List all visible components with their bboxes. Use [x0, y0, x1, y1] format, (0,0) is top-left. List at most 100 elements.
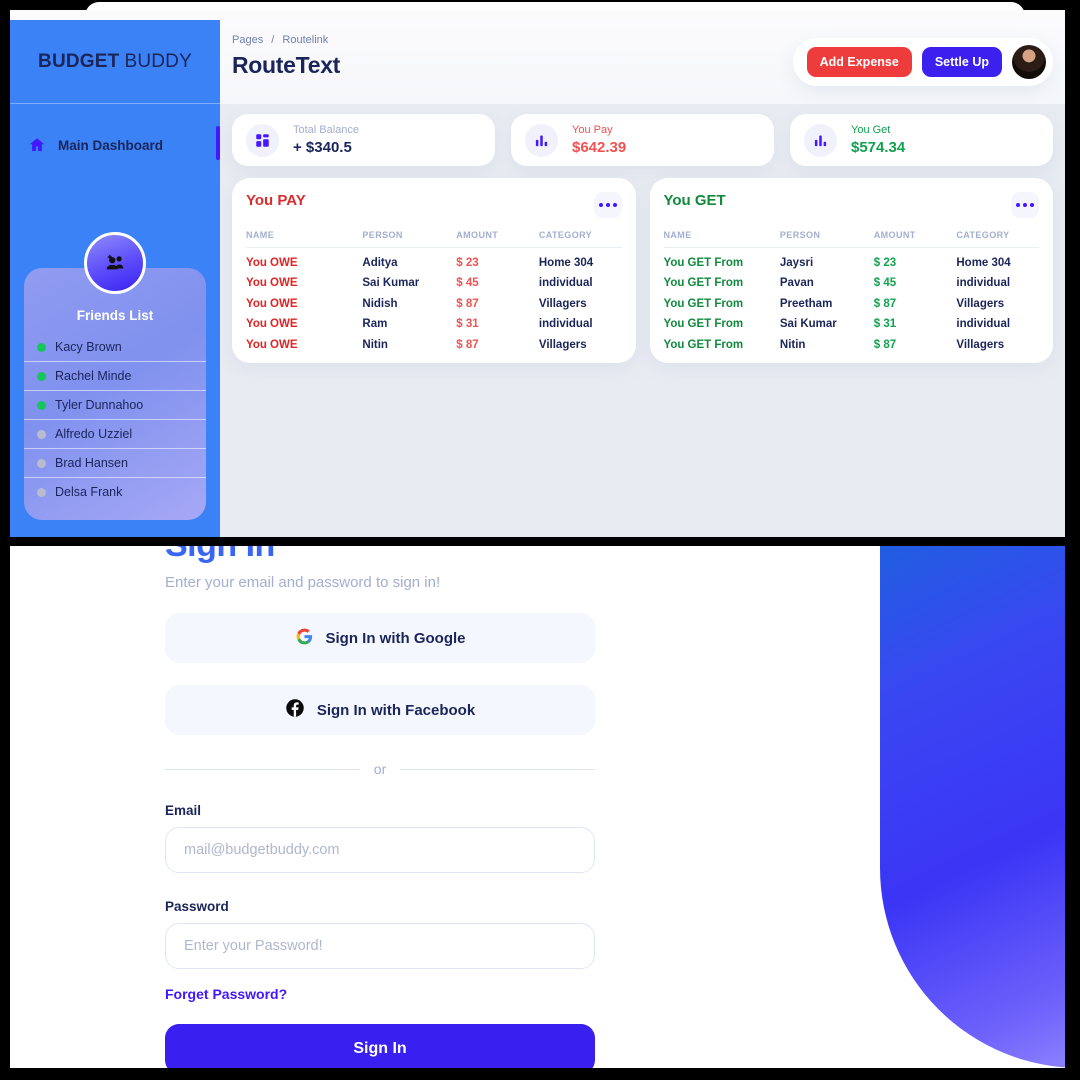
- forget-password-link[interactable]: Forget Password?: [165, 986, 287, 1002]
- you-pay-rows: You OWE Aditya $ 23 Home 304 You OWE Sai Kuma…: [246, 248, 622, 351]
- row-person: Preetham: [779, 297, 833, 310]
- signin-form: Sign In Enter your email and password to…: [165, 537, 596, 1068]
- row-name: You GET From: [663, 338, 744, 351]
- settle-up-button[interactable]: Settle Up: [921, 47, 1002, 77]
- row-name: You GET From: [663, 256, 744, 269]
- window-top-edge: [0, 0, 1080, 24]
- you-get-header: You GET: [664, 192, 1039, 218]
- transaction-tables: You PAY NAME PERSON AMOUNT CATEGORY You OWE…: [220, 166, 1065, 363]
- stat-label: Total Balance: [293, 123, 360, 136]
- you-get-card: You GET NAME PERSON AMOUNT CATEGORY You GET…: [649, 178, 1053, 363]
- stat-value: + $340.5: [293, 138, 352, 156]
- row-category: individual: [956, 318, 1011, 330]
- you-get-table: NAME PERSON AMOUNT CATEGORY You GET From Jay…: [663, 230, 1040, 351]
- row-name: You OWE: [246, 338, 298, 351]
- friend-list-item[interactable]: Tyler Dunnahoo: [24, 390, 206, 419]
- row-person: Nitin: [362, 338, 388, 351]
- stat-label: You Pay: [572, 123, 613, 136]
- frame-right-edge: [1065, 0, 1080, 1080]
- friend-list-item[interactable]: Rachel Minde: [24, 361, 206, 390]
- friend-list-item[interactable]: Brad Hansen: [24, 448, 206, 477]
- row-amount: $ 87: [456, 297, 479, 310]
- more-options-icon[interactable]: [1011, 192, 1039, 218]
- friends-panel: Friends List Kacy Brown Rachel Minde Tyler…: [24, 232, 206, 520]
- table-row[interactable]: You OWE Aditya $ 23 Home 304: [246, 248, 622, 269]
- row-name: You OWE: [246, 277, 298, 289]
- email-field[interactable]: [165, 827, 595, 874]
- signin-facebook-button[interactable]: Sign In with Facebook: [165, 685, 595, 736]
- stat-value: $574.34: [851, 138, 906, 156]
- row-name: You OWE: [246, 297, 298, 310]
- table-row[interactable]: You OWE Nitin $ 87 Villagers: [246, 330, 622, 351]
- divider-or: or: [165, 761, 596, 778]
- row-category: Villagers: [538, 297, 587, 310]
- friend-list-item[interactable]: Kacy Brown: [24, 333, 206, 361]
- row-amount: $ 87: [873, 297, 897, 310]
- stat-label: You Get: [851, 123, 891, 136]
- friend-name: Delsa Frank: [55, 485, 123, 499]
- table-row[interactable]: You OWE Ram $ 31 individual: [246, 310, 622, 330]
- row-amount: $ 31: [873, 318, 897, 330]
- row-name: You GET From: [663, 318, 744, 330]
- column-header: NAME: [663, 230, 780, 248]
- signin-subtitle: Enter your email and password to sign in…: [165, 574, 441, 592]
- google-icon: [295, 627, 314, 650]
- stat-card-pay: You Pay $642.39: [511, 114, 774, 166]
- table-row[interactable]: You GET From Nitin $ 87 Villagers: [664, 330, 1040, 351]
- column-header: PERSON: [779, 230, 874, 248]
- row-amount: $ 31: [456, 318, 479, 330]
- you-pay-card: You PAY NAME PERSON AMOUNT CATEGORY You OWE…: [232, 178, 636, 363]
- breadcrumb-separator: /: [271, 34, 275, 46]
- friend-list-item[interactable]: Alfredo Uzziel: [24, 419, 206, 448]
- add-friends-icon[interactable]: [84, 232, 146, 294]
- breadcrumb-current[interactable]: Routelink: [282, 34, 328, 46]
- table-header-row: NAME PERSON AMOUNT CATEGORY: [246, 230, 622, 248]
- password-label: Password: [165, 899, 229, 915]
- topbar: Pages / Routelink RouteText Add Expense …: [220, 20, 1065, 104]
- topbar-actions: Add Expense Settle Up: [792, 38, 1053, 86]
- signin-google-button[interactable]: Sign In with Google: [165, 613, 595, 664]
- decorative-gradient-panel: [880, 537, 1080, 1068]
- table-row[interactable]: You GET From Preetham $ 87 Villagers: [664, 289, 1040, 310]
- friend-list-item[interactable]: Delsa Frank: [24, 477, 206, 506]
- row-category: individual: [956, 277, 1011, 289]
- sidebar-item-main-dashboard[interactable]: Main Dashboard: [10, 126, 220, 164]
- friend-name: Rachel Minde: [55, 369, 132, 383]
- table-row[interactable]: You GET From Jaysri $ 23 Home 304: [664, 248, 1040, 269]
- table-row[interactable]: You GET From Sai Kumar $ 31 individual: [663, 310, 1040, 330]
- row-person: Sai Kumar: [362, 277, 420, 289]
- table-row[interactable]: You GET From Pavan $ 45 individual: [664, 269, 1040, 289]
- sidebar-item-label: Main Dashboard: [58, 137, 164, 153]
- signin-submit-button[interactable]: Sign In: [165, 1024, 595, 1068]
- user-avatar[interactable]: [1012, 45, 1046, 79]
- status-dot-offline: [37, 458, 46, 468]
- status-dot-online: [37, 400, 46, 410]
- more-options-icon[interactable]: [593, 192, 622, 218]
- divider-line-left: [165, 768, 360, 770]
- row-person: Pavan: [779, 277, 814, 289]
- row-person: Nitin: [779, 338, 806, 351]
- friend-name: Brad Hansen: [55, 456, 128, 470]
- signin-screen: Sign In Enter your email and password to…: [10, 537, 1080, 1068]
- frame-left-edge: [0, 0, 10, 1080]
- table-row[interactable]: You OWE Sai Kumar $ 45 individual: [246, 269, 622, 289]
- table-row[interactable]: You OWE Nidish $ 87 Villagers: [246, 289, 622, 310]
- you-pay-header: You PAY: [246, 192, 622, 218]
- add-expense-button[interactable]: Add Expense: [806, 47, 912, 77]
- password-field[interactable]: [165, 923, 595, 970]
- screenshot-frame: BUDGET BUDDY Main Dashboard Friends List…: [0, 0, 1080, 1080]
- grid-icon: [246, 123, 279, 157]
- breadcrumb-root[interactable]: Pages: [232, 34, 263, 46]
- friends-list-title: Friends List: [76, 308, 154, 323]
- friend-name: Tyler Dunnahoo: [55, 398, 144, 412]
- signin-facebook-label: Sign In with Facebook: [316, 701, 476, 719]
- stat-cards: Total Balance + $340.5 You Pay $642.39 You G…: [220, 104, 1065, 166]
- column-header: AMOUNT: [456, 230, 539, 248]
- home-icon: [28, 136, 46, 154]
- divider-label: or: [373, 761, 387, 778]
- status-dot-offline: [37, 487, 46, 497]
- row-amount: $ 23: [873, 256, 897, 269]
- friend-name: Alfredo Uzziel: [55, 427, 133, 441]
- row-category: individual: [538, 318, 593, 330]
- column-header: CATEGORY: [538, 230, 622, 248]
